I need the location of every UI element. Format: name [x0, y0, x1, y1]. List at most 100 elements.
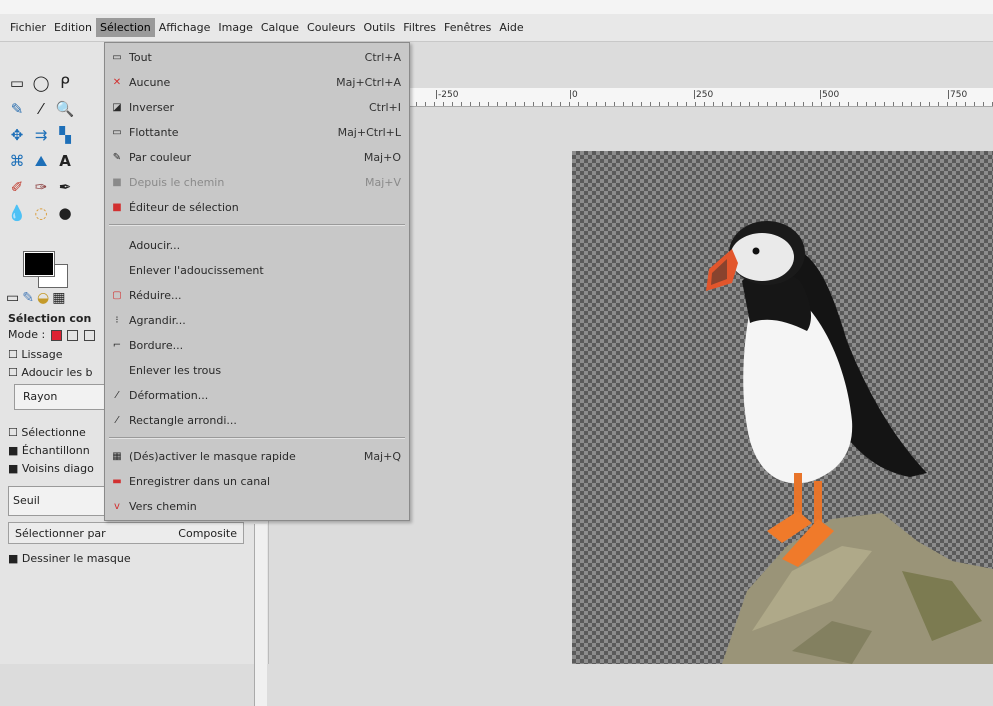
menu-outils[interactable]: Outils [359, 18, 399, 37]
from-path-icon: ■ [112, 177, 122, 188]
threshold-field[interactable]: Seuil [8, 486, 106, 516]
crop-icon[interactable]: ▚ [54, 124, 76, 146]
cage-icon[interactable]: ⌘ [6, 150, 28, 172]
rotate-icon[interactable] [78, 124, 100, 146]
radius-field[interactable]: Rayon [14, 384, 106, 410]
menu-item-adoucir[interactable]: Adoucir... [105, 233, 409, 258]
image-layer[interactable] [572, 151, 993, 664]
distort-icon: ⁄ [116, 390, 118, 401]
menu-filtres[interactable]: Filtres [399, 18, 440, 37]
panel-tabs: ▭ ✎ ◒ ▦ [6, 290, 65, 306]
fg-bg-colors[interactable] [24, 252, 68, 288]
menu-item-label: Depuis le chemin [129, 176, 225, 189]
invert-icon: ◪ [112, 102, 122, 113]
select-by-value: Composite [178, 526, 237, 540]
ruler-label: |-250 [435, 90, 459, 100]
menu-item-inverser[interactable]: ◪ Inverser Ctrl+I [105, 95, 409, 120]
menu-item-bordure[interactable]: ⌐ Bordure... [105, 333, 409, 358]
eraser-icon[interactable]: ✒ [54, 176, 76, 198]
menu-item-label: Rectangle arrondi... [129, 414, 237, 427]
menu-fenetres[interactable]: Fenêtres [440, 18, 495, 37]
brush-icon[interactable]: ✑ [30, 176, 52, 198]
menu-item-shortcut: Maj+Ctrl+L [337, 126, 401, 139]
pencil-icon[interactable]: ✐ [6, 176, 28, 198]
move-icon[interactable]: ✥ [6, 124, 28, 146]
menu-item-par-couleur[interactable]: ✎ Par couleur Maj+O [105, 145, 409, 170]
menu-item-label: (Dés)activer le masque rapide [129, 450, 296, 463]
menu-couleurs[interactable]: Couleurs [303, 18, 359, 37]
menu-item-flottante[interactable]: ▭ Flottante Maj+Ctrl+L [105, 120, 409, 145]
selectionne-checkbox[interactable]: ☐ Sélectionne [8, 426, 86, 439]
menu-item-rectangle-arrondi[interactable]: ⁄ Rectangle arrondi... [105, 408, 409, 433]
menu-item-editeur-selection[interactable]: ■ Éditeur de sélection [105, 195, 409, 220]
menu-item-aucune[interactable]: ✕ Aucune Maj+Ctrl+A [105, 70, 409, 95]
menu-item-shortcut: Maj+V [364, 176, 401, 189]
menu-item-shortcut: Maj+Q [363, 450, 401, 463]
menu-item-enlever-trous[interactable]: Enlever les trous [105, 358, 409, 383]
smudge-icon[interactable]: ◌ [30, 202, 52, 224]
menu-item-depuis-chemin: ■ Depuis le chemin Maj+V [105, 170, 409, 195]
menu-item-enregistrer-canal[interactable]: ▬ Enregistrer dans un canal [105, 469, 409, 494]
heal-icon[interactable] [78, 202, 100, 224]
undo-history-tab-icon[interactable]: ◒ [37, 290, 49, 306]
border-icon: ⌐ [112, 340, 122, 351]
mode-add-icon[interactable] [67, 329, 79, 341]
menu-aide[interactable]: Aide [495, 18, 527, 37]
menu-item-agrandir[interactable]: ⁝ Agrandir... [105, 308, 409, 333]
echantillon-checkbox[interactable]: ■ Échantillonn [8, 444, 90, 457]
menu-item-label: Vers chemin [129, 500, 197, 513]
draw-mask-checkbox[interactable]: ■ Dessiner le masque [8, 552, 131, 565]
menu-item-label: Flottante [129, 126, 179, 139]
ellipse-select-icon[interactable]: ◯ [30, 72, 52, 94]
warp-icon[interactable]: ⛰ [30, 150, 52, 172]
menu-item-tout[interactable]: ▭ Tout Ctrl+A [105, 45, 409, 70]
airbrush-icon[interactable] [78, 176, 100, 198]
rounded-rect-icon: ⁄ [116, 415, 118, 426]
zoom-icon[interactable]: 🔍 [54, 98, 76, 120]
select-by-dropdown[interactable]: Sélectionner par Composite [8, 522, 244, 544]
save-channel-icon: ▬ [112, 476, 122, 487]
menu-item-label: Enlever les trous [129, 364, 222, 377]
menu-item-label: Enregistrer dans un canal [129, 475, 271, 488]
bucket-icon[interactable] [78, 150, 100, 172]
images-tab-icon[interactable]: ▦ [52, 290, 65, 306]
path-icon[interactable]: ✎ [6, 98, 28, 120]
adoucir-label: Adoucir les b [21, 366, 93, 379]
align-icon[interactable]: ⇉ [30, 124, 52, 146]
menu-item-deformation[interactable]: ⁄ Déformation... [105, 383, 409, 408]
mode-replace-icon[interactable] [50, 329, 62, 341]
lissage-checkbox[interactable]: ☐ Lissage [8, 348, 63, 361]
blur-icon[interactable]: 💧 [6, 202, 28, 224]
menu-edition[interactable]: Edition [50, 18, 96, 37]
menu-calque[interactable]: Calque [257, 18, 303, 37]
menu-item-label: Inverser [129, 101, 175, 114]
rect-select-icon[interactable]: ▭ [6, 72, 28, 94]
tool-options-title: Sélection con [8, 312, 92, 325]
fuzzy-select-icon[interactable] [78, 72, 100, 94]
menu-item-enlever-adoucissement[interactable]: Enlever l'adoucissement [105, 258, 409, 283]
menu-affichage[interactable]: Affichage [155, 18, 215, 37]
lasso-icon[interactable]: ᑭ [54, 72, 76, 94]
menu-item-shortcut: Ctrl+A [364, 51, 401, 64]
menu-item-vers-chemin[interactable]: v Vers chemin [105, 494, 409, 519]
menu-item-label: Tout [129, 51, 152, 64]
adoucir-checkbox[interactable]: ☐ Adoucir les b [8, 366, 93, 379]
device-status-tab-icon[interactable]: ✎ [22, 290, 34, 306]
menu-image[interactable]: Image [214, 18, 256, 37]
mode-subtract-icon[interactable] [83, 329, 95, 341]
echantillon-label: Échantillonn [21, 444, 90, 457]
foreground-color-swatch[interactable] [24, 252, 54, 276]
menu-item-masque-rapide[interactable]: ▦ (Dés)activer le masque rapide Maj+Q [105, 444, 409, 469]
voisins-label: Voisins diago [21, 462, 94, 475]
tool-options-tab-icon[interactable]: ▭ [6, 290, 19, 306]
voisins-checkbox[interactable]: ■ Voisins diago [8, 462, 94, 475]
menu-fichier[interactable]: Fichier [6, 18, 50, 37]
horizontal-ruler: |-250 |0 |250 |500 |750 [407, 88, 993, 107]
text-icon[interactable]: A [54, 150, 76, 172]
dodge-icon[interactable]: ● [54, 202, 76, 224]
measure-icon[interactable] [78, 98, 100, 120]
menu-selection[interactable]: Sélection [96, 18, 155, 37]
menu-item-reduire[interactable]: ▢ Réduire... [105, 283, 409, 308]
color-picker-icon[interactable]: ⁄ [30, 98, 52, 120]
tool-grid: ▭ ◯ ᑭ ✎ ⁄ 🔍 ✥ ⇉ ▚ ⌘ ⛰ A ✐ ✑ ✒ 💧 ◌ ● [6, 72, 100, 226]
